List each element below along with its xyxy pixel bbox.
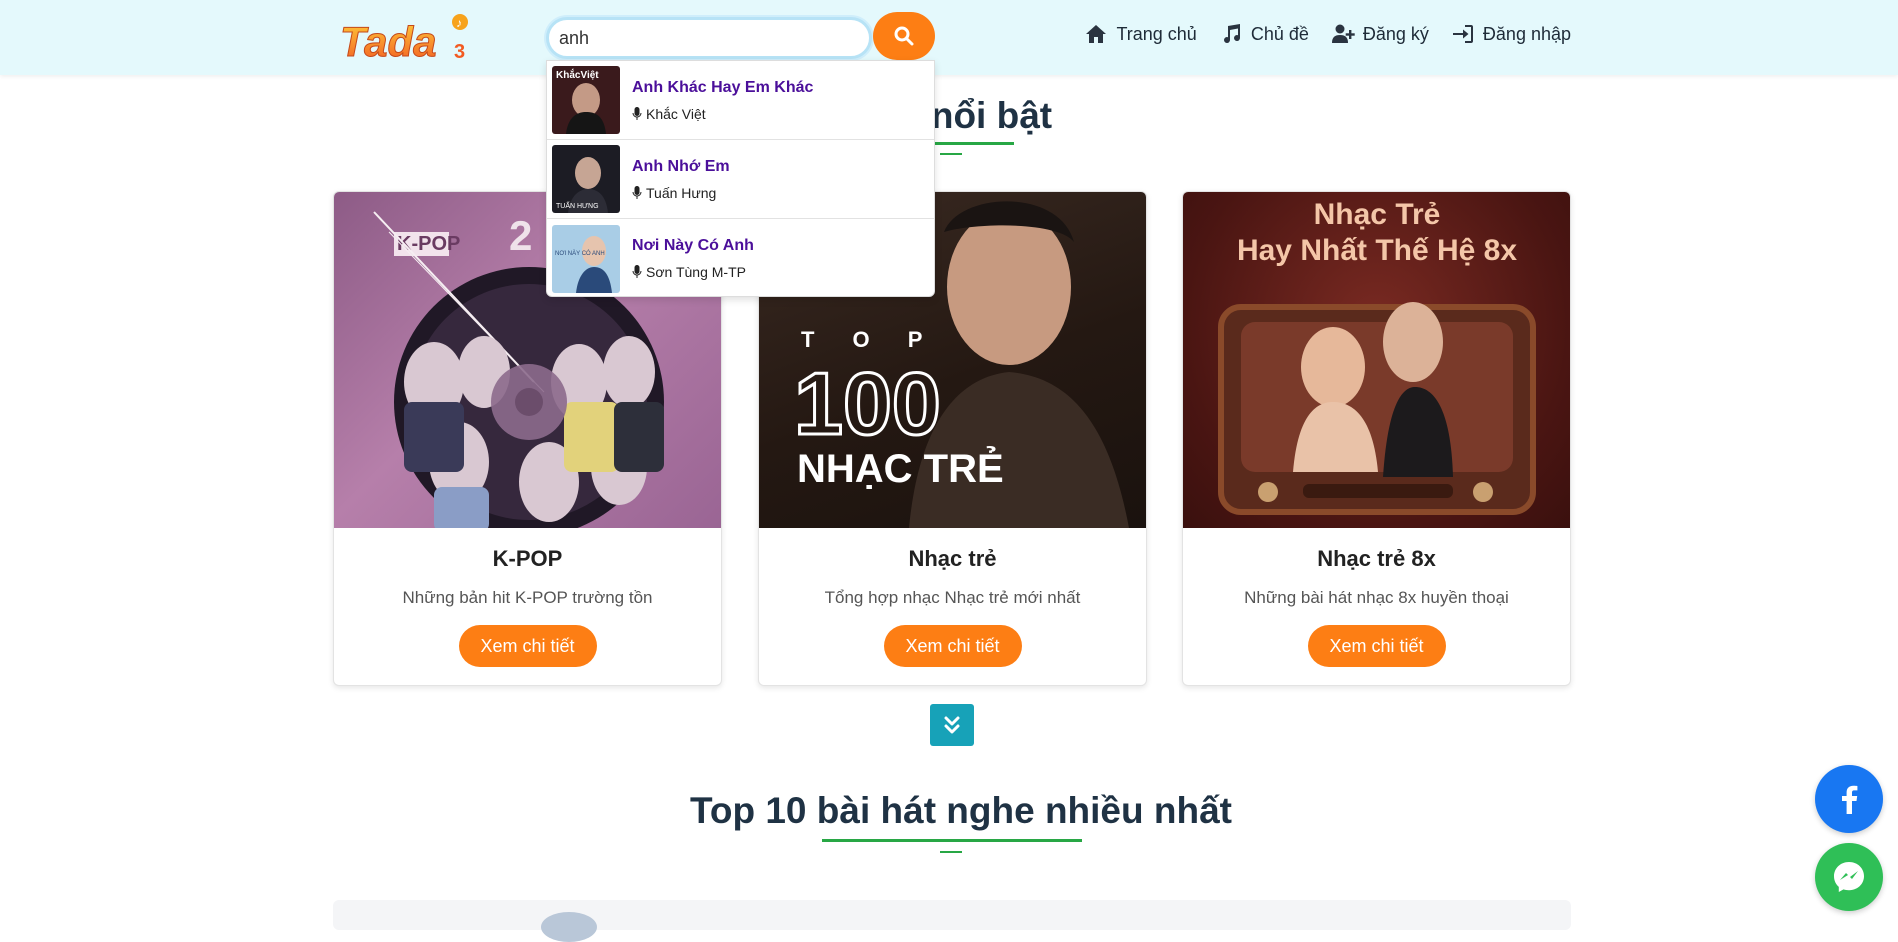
nav-topics[interactable]: Chủ đề xyxy=(1219,22,1309,46)
double-chevron-down-icon xyxy=(944,716,960,734)
home-icon xyxy=(1086,25,1107,43)
main-nav: Trang chủ Chủ đề Đăng ký Đăng nhập xyxy=(1084,22,1571,46)
song-title[interactable]: Nơi Này Có Anh xyxy=(632,237,754,255)
facebook-button[interactable] xyxy=(1815,765,1883,833)
nav-login-label: Đăng nhập xyxy=(1482,23,1571,44)
card-description: Những bản hit K-POP trường tồn xyxy=(402,588,653,607)
header: Tada ♪ 3 Trang chủ Chủ đề Đăng ký Đăng n… xyxy=(0,0,1898,75)
svg-text:♪: ♪ xyxy=(456,16,462,30)
svg-text:Nhạc Trẻ: Nhạc Trẻ xyxy=(1314,198,1441,231)
search-button[interactable] xyxy=(873,12,935,60)
song-title[interactable]: Anh Nhớ Em xyxy=(632,158,730,176)
logo[interactable]: Tada ♪ 3 xyxy=(338,12,470,66)
microphone-icon xyxy=(632,106,642,120)
messenger-icon xyxy=(1834,862,1864,892)
card-description: Những bài hát nhạc 8x huyền thoại xyxy=(1244,588,1509,607)
svg-text:Hay Nhất Thế Hệ 8x: Hay Nhất Thế Hệ 8x xyxy=(1237,234,1517,267)
topic-card-nhac-tre-8x: Nhạc Trẻ Hay Nhất Thế Hệ 8x Nhạc trẻ 8x … xyxy=(1182,191,1571,686)
svg-text:KhắcViệt: KhắcViệt xyxy=(556,68,599,81)
search-result-item[interactable]: TUẤN HƯNG Anh Nhớ Em Tuấn Hưng xyxy=(547,140,934,219)
music-note-icon xyxy=(1223,24,1240,44)
svg-text:3: 3 xyxy=(454,41,465,62)
svg-text:2: 2 xyxy=(509,212,532,259)
search-result-item[interactable]: KhắcViệt Anh Khác Hay Em Khác Khắc Việt xyxy=(547,61,934,140)
nhac-tre-8x-cover-image[interactable]: Nhạc Trẻ Hay Nhất Thế Hệ 8x xyxy=(1183,192,1570,528)
svg-text:NHẠC TRẺ: NHẠC TRẺ xyxy=(797,445,1004,491)
view-details-button[interactable]: Xem chi tiết xyxy=(1307,625,1446,667)
top10-title-underline xyxy=(822,839,1082,842)
svg-text:Tada: Tada xyxy=(340,18,436,62)
search-icon xyxy=(894,26,914,46)
messenger-button[interactable] xyxy=(1815,843,1883,911)
card-title: K-POP xyxy=(492,546,563,571)
svg-text:100: 100 xyxy=(794,354,941,453)
song-thumbnail: KhắcViệt xyxy=(552,66,620,134)
featured-title-dash xyxy=(940,153,962,155)
nav-register-label: Đăng ký xyxy=(1362,23,1429,44)
view-details-button[interactable]: Xem chi tiết xyxy=(458,625,597,667)
nav-login[interactable]: Đăng nhập xyxy=(1451,22,1571,46)
nav-home[interactable]: Trang chủ xyxy=(1084,22,1197,46)
search-input[interactable] xyxy=(546,17,872,59)
top10-list-item xyxy=(333,900,1571,942)
song-artist: Khắc Việt xyxy=(632,106,813,122)
svg-text:NƠI NÀY CÓ ANH: NƠI NÀY CÓ ANH xyxy=(555,250,605,257)
view-details-button[interactable]: Xem chi tiết xyxy=(883,625,1022,667)
show-more-button[interactable] xyxy=(930,704,974,746)
microphone-icon xyxy=(632,185,642,199)
card-title: Nhạc trẻ 8x xyxy=(1317,546,1436,571)
nav-home-label: Trang chủ xyxy=(1116,23,1197,44)
nav-register[interactable]: Đăng ký xyxy=(1331,22,1429,46)
song-thumbnail[interactable] xyxy=(541,912,597,942)
svg-text:K-POP: K-POP xyxy=(397,233,460,255)
card-description: Tổng hợp nhạc Nhạc trẻ mới nhất xyxy=(824,588,1081,607)
top10-section-title: Top 10 bài hát nghe nhiều nhất xyxy=(690,790,1232,831)
song-thumbnail: NƠI NÀY CÓ ANH xyxy=(552,224,620,293)
user-plus-icon xyxy=(1331,24,1355,43)
song-title[interactable]: Anh Khác Hay Em Khác xyxy=(632,79,813,97)
top10-title-dash xyxy=(940,851,962,853)
song-thumbnail: TUẤN HƯNG xyxy=(552,145,620,213)
microphone-icon xyxy=(632,265,642,278)
search-result-item[interactable]: NƠI NÀY CÓ ANH Nơi Này Có Anh Sơn Tùng M… xyxy=(547,219,934,298)
card-title: Nhạc trẻ xyxy=(908,546,997,571)
facebook-icon xyxy=(1842,785,1858,814)
sign-in-icon xyxy=(1452,25,1473,43)
nav-topics-label: Chủ đề xyxy=(1250,23,1309,44)
search-results-dropdown: KhắcViệt Anh Khác Hay Em Khác Khắc Việt … xyxy=(546,60,935,297)
svg-text:T O P: T O P xyxy=(801,327,938,352)
song-artist: Sơn Tùng M-TP xyxy=(632,264,754,280)
song-artist: Tuấn Hưng xyxy=(632,185,730,201)
